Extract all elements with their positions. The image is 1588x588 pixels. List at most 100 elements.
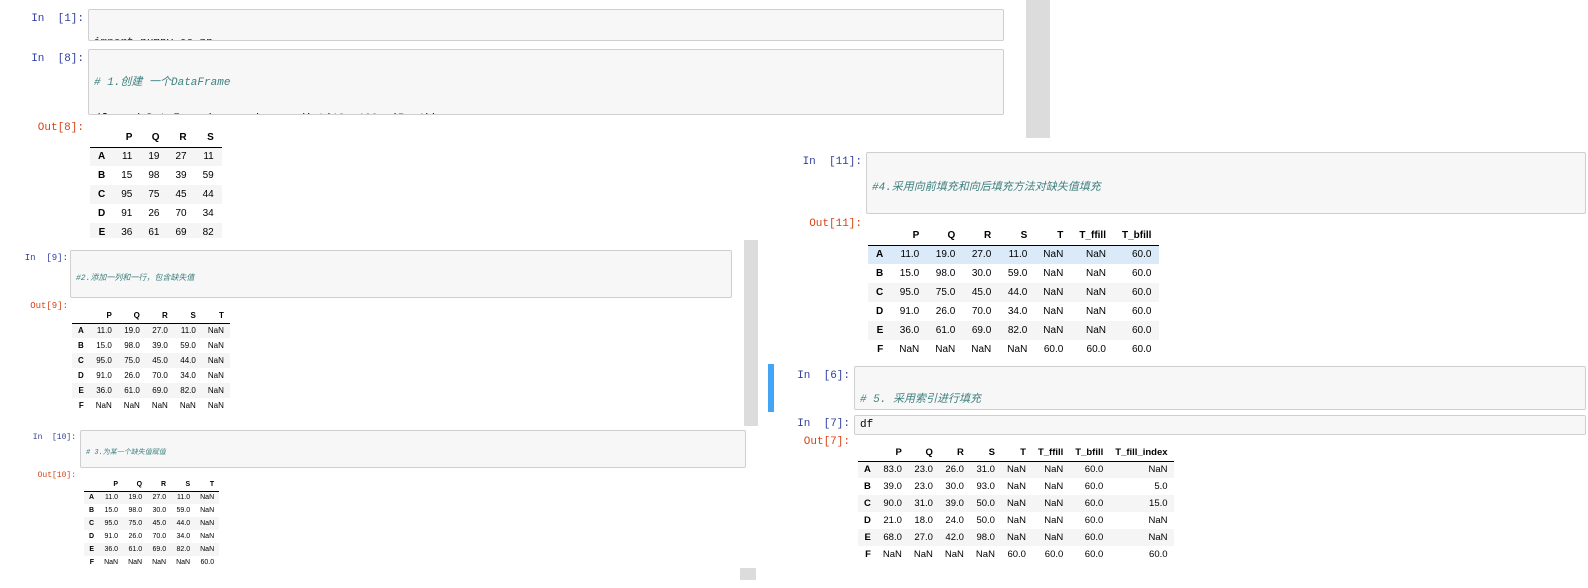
table-cell: 60.0 bbox=[1084, 532, 1104, 543]
table-cell: 19.0 bbox=[935, 249, 956, 261]
row-index: C bbox=[89, 520, 95, 527]
table-cell: 61.0 bbox=[935, 325, 956, 336]
dataframe-output-11: P Q R S T T_ffill T_bfill A 11.0 19.0 27.0 11.0 NaN N… bbox=[868, 226, 1160, 354]
table-cell: 44.0 bbox=[1007, 287, 1028, 298]
table-cell: NaN bbox=[95, 401, 112, 410]
table-cell: 60.0 bbox=[1086, 344, 1106, 354]
code-cell-8[interactable]: # 1.创建 一个DataFrame df = pd.DataFrame(np.… bbox=[88, 49, 1004, 115]
table-cell: 44.0 bbox=[180, 356, 196, 365]
table-cell: NaN bbox=[176, 559, 191, 566]
table-cell: 19.0 bbox=[124, 326, 140, 336]
row-index: B bbox=[864, 481, 871, 492]
table-row: A 11.0 19.0 27.0 11.0 NaN bbox=[72, 323, 230, 338]
scrollbar-panel-2[interactable] bbox=[744, 240, 758, 426]
table-cell: 98.0 bbox=[935, 268, 956, 279]
table-row: B 15.0 98.0 30.0 59.0 NaN NaN 60.0 bbox=[868, 264, 1159, 283]
scrollbar-panel-3[interactable] bbox=[740, 568, 756, 580]
code-text-1: import numpy as np import pandas as pd bbox=[94, 13, 219, 40]
row-index: D bbox=[89, 533, 95, 540]
dataframe-output-7: P Q R S T T_ffill T_bfill T_fill_index A 83.0 23.0… bbox=[858, 444, 1174, 563]
column-header: P bbox=[876, 444, 908, 462]
code-cell-7[interactable]: df bbox=[854, 415, 1586, 435]
table-cell: NaN bbox=[899, 344, 920, 354]
table-row: A 11.0 19.0 27.0 11.0 NaN bbox=[84, 491, 220, 504]
column-header: T_bfill bbox=[1113, 226, 1160, 246]
column-header: Q bbox=[117, 308, 146, 324]
column-header: T bbox=[195, 478, 220, 492]
row-index: B bbox=[89, 507, 95, 514]
table-cell: 23.0 bbox=[914, 464, 933, 476]
index-header bbox=[868, 226, 892, 246]
table-cell: NaN bbox=[151, 401, 168, 410]
row-index: F bbox=[78, 401, 84, 410]
table-cell: NaN bbox=[123, 401, 140, 410]
table-cell: NaN bbox=[207, 356, 224, 365]
table-cell: 30.0 bbox=[945, 481, 964, 492]
table-cell: NaN bbox=[1043, 287, 1064, 298]
table-cell: 27.0 bbox=[152, 326, 168, 336]
table-cell: 15.0 bbox=[96, 341, 112, 350]
table-cell: 26.0 bbox=[945, 464, 964, 476]
table-cell: 60.0 bbox=[1084, 515, 1104, 526]
code-cell-10[interactable]: # 3.为某一个缺失值赋值 df.at['B', 'R'] = 30 df.at… bbox=[80, 430, 746, 468]
table-cell: NaN bbox=[971, 344, 992, 354]
code-cell-9[interactable]: #2.添加一列和一行，包含缺失值 df.loc['F'] = np.nan df… bbox=[70, 250, 732, 298]
row-index: D bbox=[98, 208, 106, 219]
index-header bbox=[90, 128, 114, 148]
table-cell: 30.0 bbox=[152, 507, 167, 514]
table-cell: 42.0 bbox=[945, 532, 964, 543]
table-cell: 45.0 bbox=[971, 287, 992, 298]
code-cell-1[interactable]: import numpy as np import pandas as pd bbox=[88, 9, 1004, 41]
table-cell: 60.0 bbox=[1131, 268, 1152, 279]
column-header: Q bbox=[123, 478, 148, 492]
table-cell: 23.0 bbox=[914, 481, 933, 492]
dataframe-output-9: P Q R S T A 11.0 19.0 27.0 11.0 NaN B 15.0 98.0 39.0 59… bbox=[72, 308, 230, 413]
code-cell-6[interactable]: # 5. 采用索引进行填充 fill_values = pd.Series([5… bbox=[854, 366, 1586, 410]
table-cell: 60.0 bbox=[1084, 549, 1104, 560]
table-cell: NaN bbox=[207, 401, 224, 410]
table-cell: 60.0 bbox=[1131, 249, 1152, 261]
row-index: E bbox=[78, 386, 84, 395]
table-cell: 91.0 bbox=[96, 371, 112, 380]
table-cell: NaN bbox=[944, 549, 964, 560]
table-row: B 15.0 98.0 39.0 59.0 NaN bbox=[72, 338, 230, 353]
column-header: T_bfill bbox=[1069, 444, 1110, 462]
table-cell: NaN bbox=[1044, 498, 1064, 509]
index-header bbox=[84, 478, 100, 492]
table-cell: 15.0 bbox=[104, 507, 119, 514]
scrollbar-panel-1[interactable] bbox=[1026, 0, 1050, 138]
row-index: A bbox=[876, 249, 884, 261]
table-cell: NaN bbox=[1085, 268, 1106, 279]
table-row: D 21.0 18.0 24.0 50.0 NaN NaN 60.0 NaN bbox=[858, 512, 1174, 529]
table-cell: 93.0 bbox=[976, 481, 995, 492]
table-cell: NaN bbox=[1148, 464, 1168, 476]
table-cell: 39.0 bbox=[883, 481, 902, 492]
column-header: R bbox=[167, 128, 195, 148]
table-cell: 15.0 bbox=[1149, 498, 1168, 509]
code-cell-11[interactable]: #4.采用向前填充和向后填充方法对缺失值填充 df['T_ffill'] = d… bbox=[866, 152, 1586, 214]
table-row: F NaN NaN NaN NaN 60.0 60.0 60.0 bbox=[868, 340, 1159, 354]
column-header: S bbox=[171, 478, 196, 492]
selected-cell-indicator bbox=[768, 364, 774, 412]
table-cell: NaN bbox=[1006, 498, 1026, 509]
table-cell: 36 bbox=[121, 227, 133, 238]
row-index: C bbox=[876, 287, 884, 298]
dataframe-output-8: P Q R S A 11 19 27 11 B 15 98 39 59 C 95 75 45 44 D 91 26 70 34… bbox=[90, 128, 222, 238]
out-prompt-7: Out[7]: bbox=[803, 436, 850, 448]
table-row: B 15 98 39 59 bbox=[90, 166, 222, 185]
row-index: A bbox=[89, 494, 95, 502]
table-cell: 36.0 bbox=[104, 546, 119, 553]
table-cell: 26.0 bbox=[935, 306, 956, 317]
row-index: D bbox=[864, 515, 871, 526]
table-cell: NaN bbox=[1085, 249, 1106, 261]
table-cell: 39.0 bbox=[945, 498, 964, 509]
column-header: Q bbox=[140, 128, 168, 148]
row-index: F bbox=[877, 344, 884, 354]
table-cell: 95.0 bbox=[96, 356, 112, 365]
table-cell: 61.0 bbox=[128, 546, 143, 553]
column-header: R bbox=[963, 226, 1000, 246]
in-prompt-6: In [6]: bbox=[797, 370, 850, 382]
table-cell: 39.0 bbox=[152, 341, 168, 350]
table-row: E 36.0 61.0 69.0 82.0 NaN bbox=[72, 383, 230, 398]
table-cell: 60.0 bbox=[1084, 481, 1104, 492]
